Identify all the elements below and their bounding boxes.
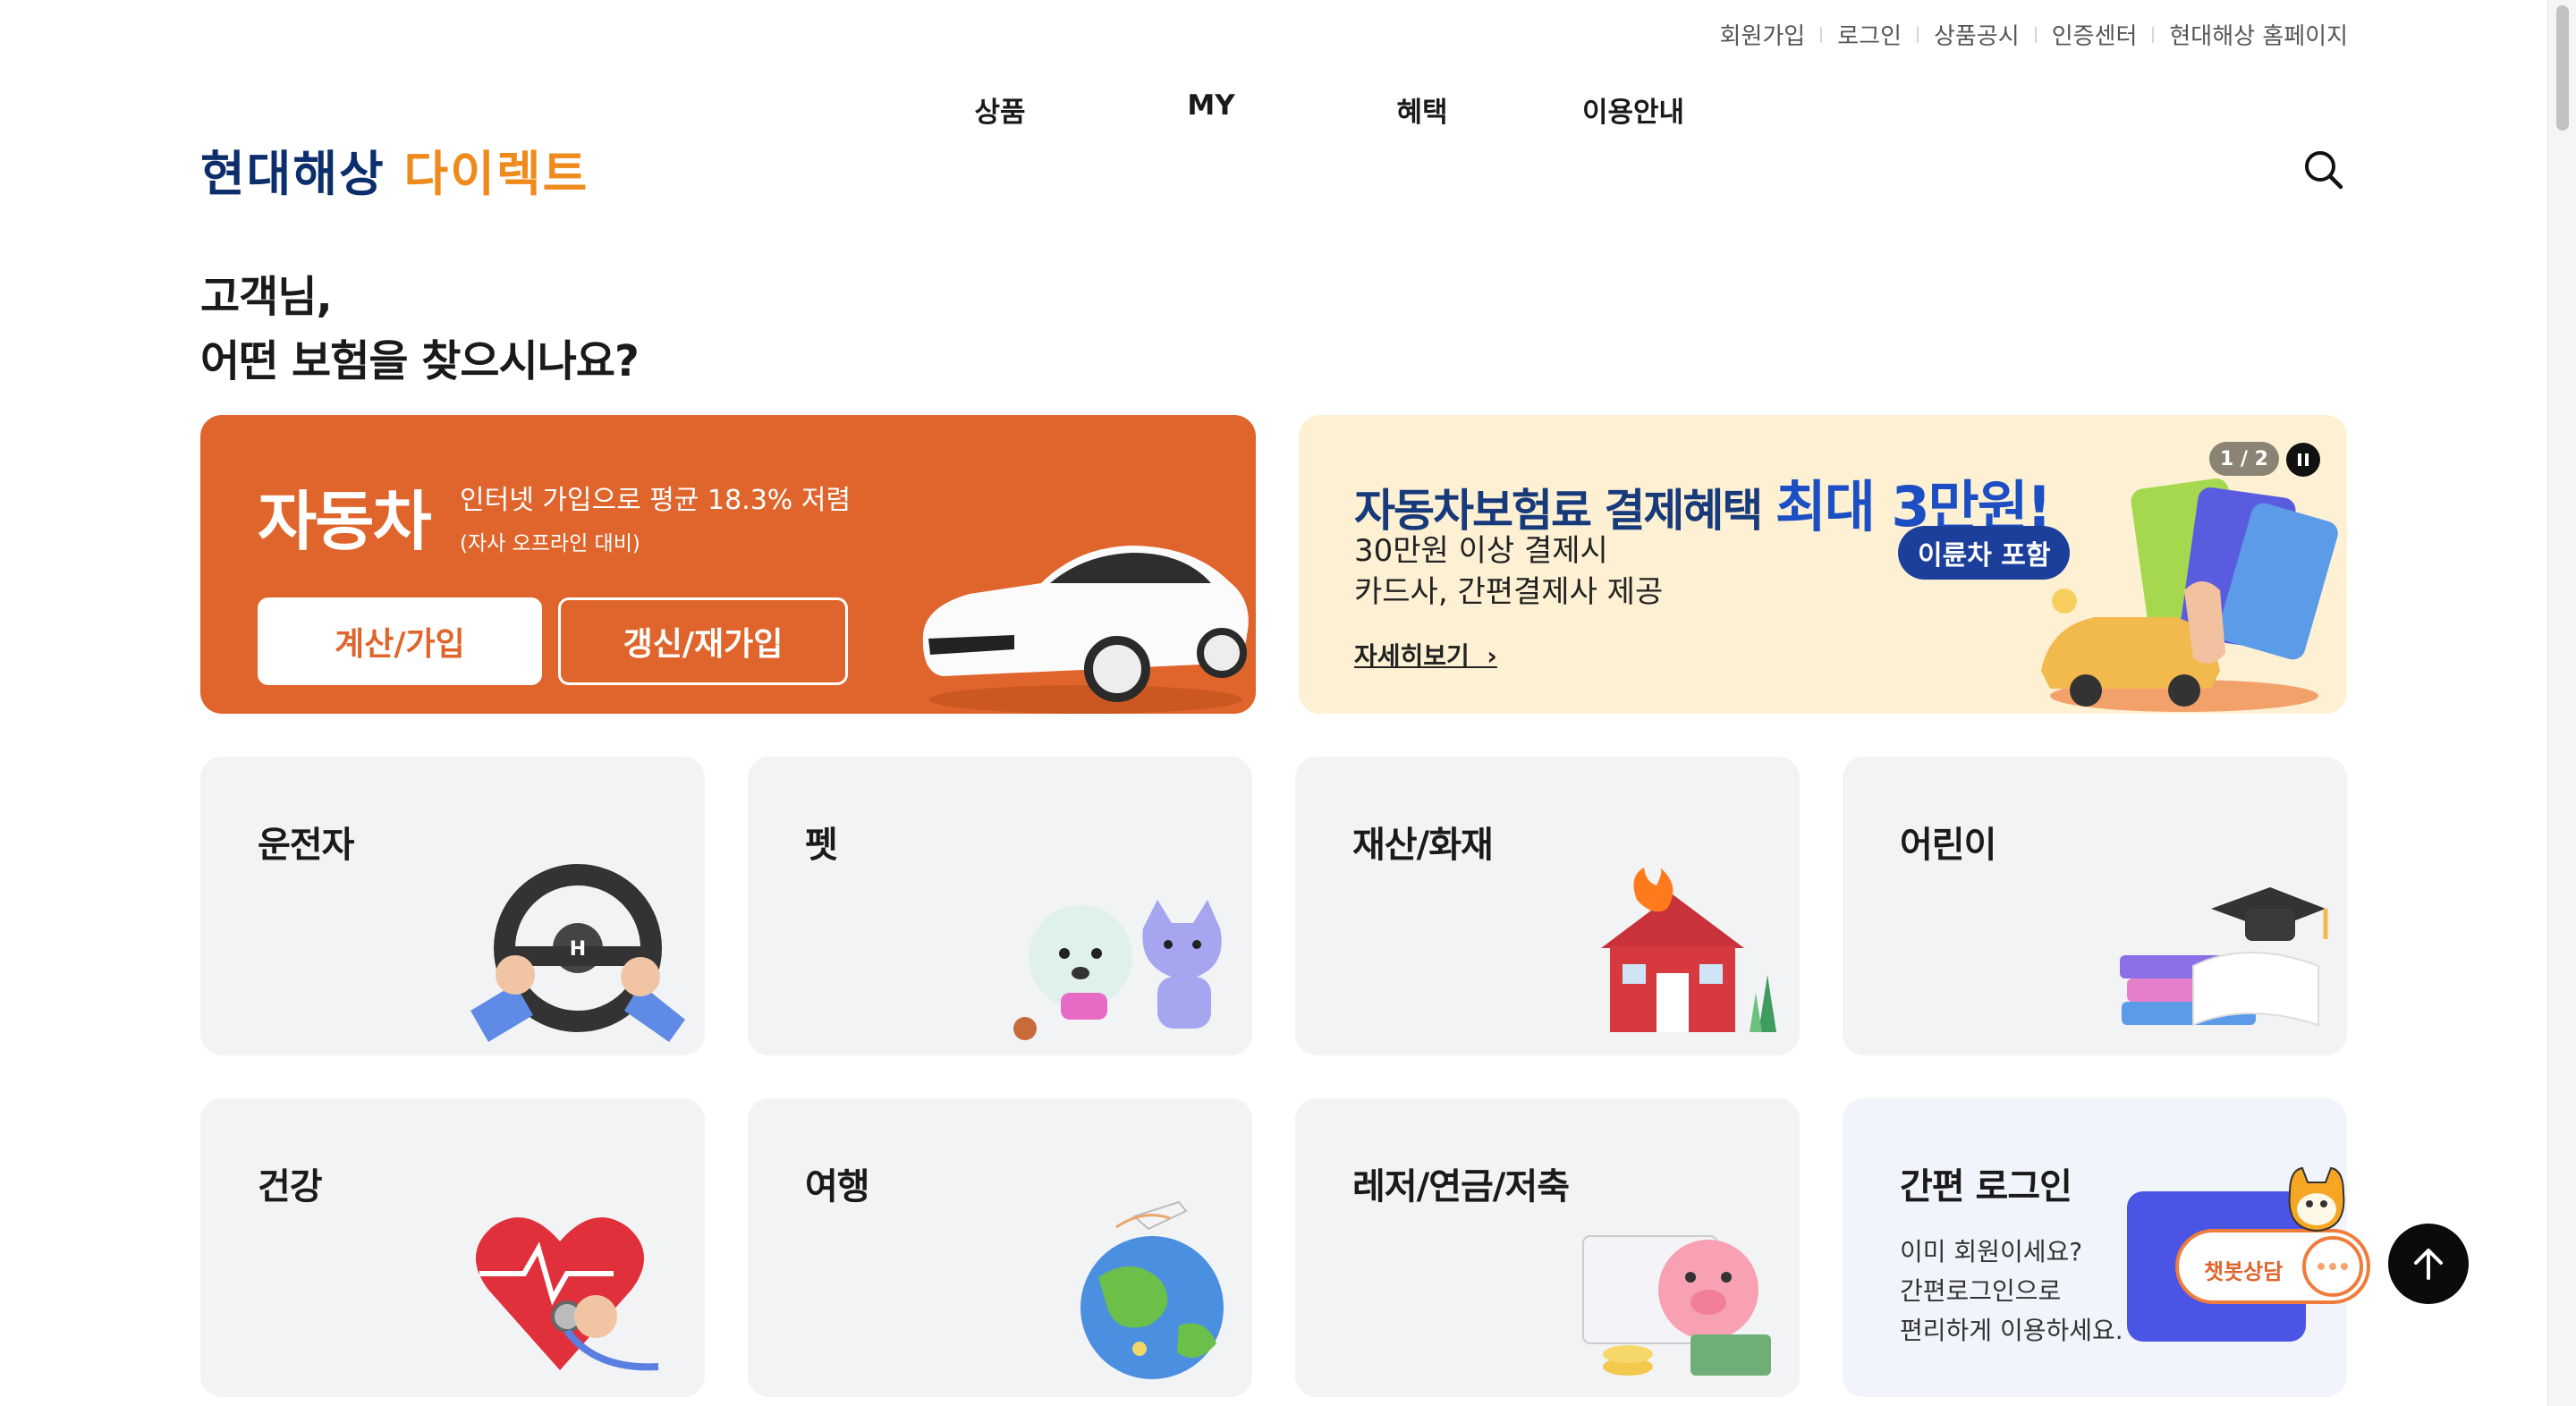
login-card-title: 간편 로그인: [1900, 1166, 2072, 1207]
category-title: 어린이: [1900, 825, 1996, 866]
chatbot-character-icon: [2288, 1166, 2345, 1232]
category-card-leisure-pension-savings[interactable]: 레저/연금/저축: [1295, 1098, 1800, 1397]
util-link-login[interactable]: 로그인: [1837, 18, 1902, 51]
login-card-line-1: 이미 회원이세요?: [1900, 1237, 2083, 1266]
category-card-pet[interactable]: 펫: [748, 757, 1252, 1055]
promo-line-1: 30만원 이상 결제시: [1354, 533, 1608, 569]
nav-item-products[interactable]: 상품: [894, 89, 1106, 130]
util-link-certification[interactable]: 인증센터: [2052, 18, 2138, 51]
divider: [1820, 26, 1823, 43]
arrow-up-icon: [2414, 1249, 2443, 1280]
chatbot-button[interactable]: 챗봇상담: [2175, 1166, 2370, 1304]
search-icon: [2305, 151, 2343, 190]
steering-wheel-icon: H: [470, 864, 685, 1042]
nav-item-my[interactable]: MY: [1106, 89, 1317, 130]
logo-text-direct: 다이렉트: [403, 146, 589, 202]
headline-line-1: 고객님,: [200, 272, 333, 322]
scrollbar-thumb[interactable]: [2556, 5, 2569, 131]
pause-icon: [2298, 453, 2309, 466]
search-button[interactable]: [2301, 147, 2347, 193]
pause-button[interactable]: [2286, 443, 2320, 477]
category-title: 운전자: [258, 825, 354, 866]
svg-text:H: H: [570, 938, 586, 961]
category-card-travel[interactable]: 여행: [748, 1098, 1252, 1397]
category-title: 여행: [805, 1166, 870, 1207]
scroll-to-top-button[interactable]: [2388, 1224, 2469, 1304]
util-link-signup[interactable]: 회원가입: [1720, 18, 1806, 51]
divider: [2034, 26, 2037, 43]
divider: [2152, 26, 2155, 43]
chevron-right-icon: ›: [1478, 641, 1497, 671]
car-insurance-banner: 자동차 인터넷 가입으로 평균 18.3% 저렴 (자사 오프라인 대비) 계산…: [200, 415, 1256, 714]
card-payment-illustration-icon: [2041, 478, 2338, 712]
login-card-line-3: 편리하게 이용하세요.: [1900, 1316, 2123, 1345]
car-illustration-icon: [922, 546, 1249, 714]
car-title: 자동차: [258, 484, 432, 559]
car-renew-button[interactable]: 갱신/재가입: [558, 597, 848, 685]
promo-more-link[interactable]: 자세히보기 ›: [1354, 637, 1497, 673]
slide-counter: 1 / 2: [2209, 442, 2279, 476]
category-title: 재산/화재: [1352, 825, 1494, 866]
util-link-product-disclosure[interactable]: 상품공시: [1934, 18, 2020, 51]
heart-stethoscope-icon: [475, 1217, 659, 1371]
headline-line-2: 어떤 보험을 찾으시나요?: [200, 336, 640, 386]
piggy-bank-icon: [1582, 1235, 1771, 1376]
promo-more-label: 자세히보기: [1354, 641, 1470, 671]
util-link-homepage[interactable]: 현대해상 홈페이지: [2169, 18, 2348, 51]
books-graduation-cap-icon: [2120, 887, 2328, 1027]
pet-icon: [1013, 900, 1222, 1040]
car-subtext: (자사 오프라인 대비): [460, 532, 640, 555]
chat-dots-icon: [2302, 1236, 2363, 1297]
site-logo[interactable]: 현대해상 다이렉트: [200, 134, 589, 205]
login-card-line-2: 간편로그인으로: [1900, 1276, 2062, 1306]
logo-text-brand: 현대해상: [200, 146, 386, 202]
utility-links: 회원가입 로그인 상품공시 인증센터 현대해상 홈페이지: [1720, 18, 2348, 51]
category-card-driver[interactable]: 운전자 H: [200, 757, 705, 1055]
category-title: 레저/연금/저축: [1352, 1166, 1570, 1207]
main-nav: 상품 MY 혜택 이용안내: [894, 89, 1739, 130]
category-card-property-fire[interactable]: 재산/화재: [1295, 757, 1800, 1055]
category-title: 건강: [258, 1166, 323, 1207]
nav-item-benefits[interactable]: 혜택: [1317, 89, 1528, 130]
promo-banner[interactable]: 자동차보험료 결제혜택 최대 3만원! 30만원 이상 결제시 카드사, 간편결…: [1299, 415, 2347, 714]
category-title: 펫: [805, 825, 838, 866]
nav-item-guide[interactable]: 이용안내: [1528, 89, 1739, 130]
page-headline: 고객님, 어떤 보험을 찾으시나요?: [200, 265, 640, 394]
chatbot-label: 챗봇상담: [2204, 1259, 2284, 1284]
login-card-description: 이미 회원이세요? 간편로그인으로 편리하게 이용하세요.: [1900, 1232, 2123, 1351]
promo-line-2: 카드사, 간편결제사 제공: [1354, 574, 1664, 610]
car-description: 인터넷 가입으로 평균 18.3% 저렴: [460, 485, 852, 516]
category-card-health[interactable]: 건강: [200, 1098, 705, 1397]
globe-airplane-icon: [1080, 1200, 1224, 1379]
house-fire-icon: [1601, 868, 1776, 1032]
divider: [1917, 26, 1919, 43]
category-card-children[interactable]: 어린이: [1843, 757, 2347, 1055]
page-scrollbar: [2547, 0, 2576, 1406]
car-calc-join-button[interactable]: 계산/가입: [258, 597, 542, 685]
